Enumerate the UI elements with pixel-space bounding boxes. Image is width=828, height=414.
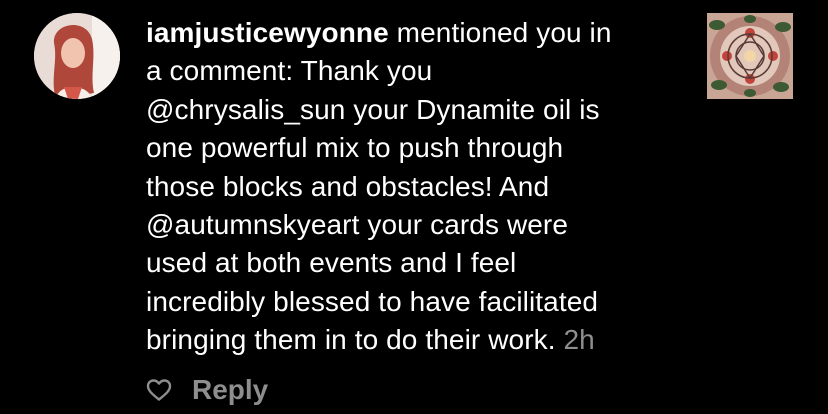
message-line-2: a comment: Thank you xyxy=(146,55,433,87)
timestamp: 2h xyxy=(563,324,595,356)
avatar[interactable] xyxy=(34,13,120,99)
reply-button[interactable]: Reply xyxy=(192,374,268,406)
heart-outline-icon[interactable] xyxy=(146,378,172,402)
message-line-8: incredibly blessed to have facilitated xyxy=(146,285,599,317)
message-line-6: @autumnskyeart your cards were xyxy=(146,209,569,241)
message-line-1: iamjusticewyonne mentioned you in xyxy=(146,17,612,48)
post-thumbnail[interactable] xyxy=(707,13,793,99)
message-line-7: used at both events and I feel xyxy=(146,247,517,279)
message-line-4: one powerful mix to push through xyxy=(146,132,564,164)
mention-notification[interactable]: iamjusticewyonne mentioned you in a comm… xyxy=(0,0,828,414)
username-link[interactable]: iamjusticewyonne xyxy=(146,17,389,48)
notification-message: iamjusticewyonne mentioned you in a comm… xyxy=(146,14,686,360)
message-line-5: those blocks and obstacles! And xyxy=(146,170,550,202)
profile-photo xyxy=(34,13,120,99)
notification-actions: Reply xyxy=(146,372,268,408)
message-line-3: @chrysalis_sun your Dynamite oil is xyxy=(146,93,600,125)
post-image xyxy=(707,13,793,99)
message-line-9: bringing them in to do their work. 2h xyxy=(146,324,595,356)
